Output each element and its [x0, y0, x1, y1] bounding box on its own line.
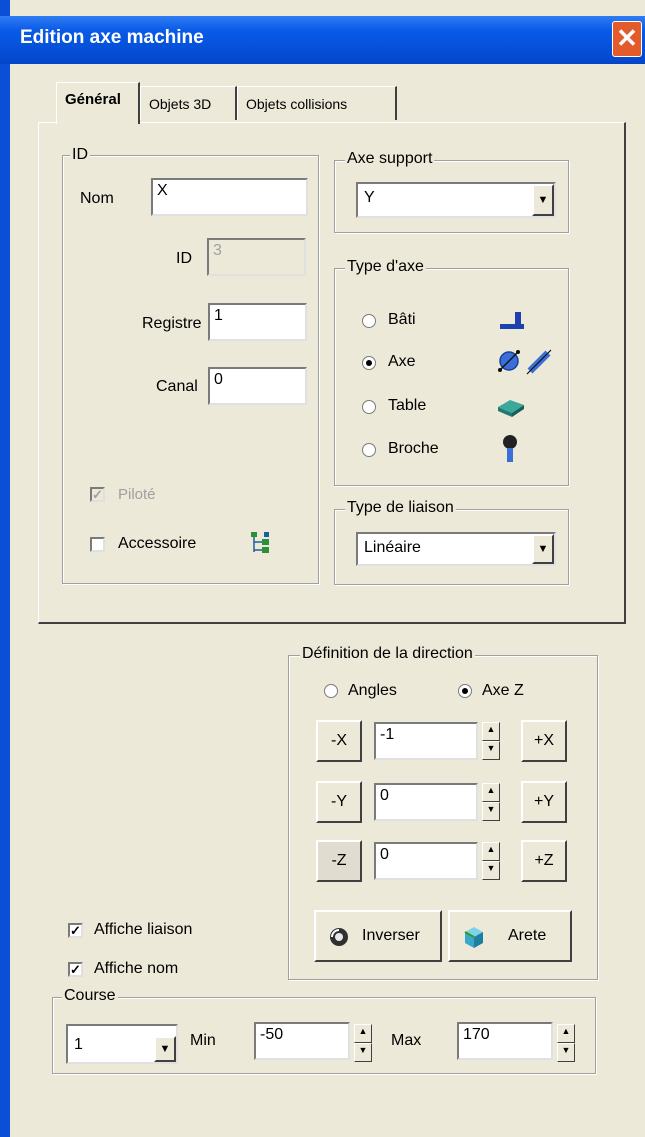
x-input[interactable]: -1 [374, 722, 478, 760]
chevron-down-icon[interactable]: ▼ [532, 184, 554, 216]
id-field: 3 [207, 238, 306, 276]
pilote-checkbox: ✓ [90, 487, 105, 502]
nom-label: Nom [80, 190, 114, 207]
max-spin-up[interactable]: ▲ [557, 1024, 575, 1043]
min-label: Min [190, 1032, 216, 1049]
accessoire-checkbox[interactable] [90, 537, 105, 552]
min-spin-down[interactable]: ▼ [354, 1043, 372, 1062]
y-input[interactable]: 0 [374, 783, 478, 821]
min-input[interactable]: -50 [254, 1022, 350, 1060]
bati-icon [500, 312, 524, 329]
axe-support-value: Y [364, 189, 375, 206]
type-liaison-select[interactable]: Linéaire ▼ [356, 532, 556, 566]
type-liaison-value: Linéaire [364, 539, 421, 556]
id-label: ID [176, 250, 192, 267]
plus-y-button[interactable]: +Y [521, 781, 567, 823]
affiche-liaison-label: Affiche liaison [94, 921, 193, 938]
min-spin-up[interactable]: ▲ [354, 1024, 372, 1043]
x-spin-up[interactable]: ▲ [482, 722, 500, 741]
affiche-liaison-checkbox[interactable]: ✓ [68, 923, 83, 938]
max-spin-down[interactable]: ▼ [557, 1043, 575, 1062]
radio-axe[interactable] [362, 356, 376, 370]
max-label: Max [391, 1032, 422, 1049]
plus-x-button[interactable]: +X [521, 720, 567, 762]
x-spin-down[interactable]: ▼ [482, 741, 500, 760]
type-axe-title: Type d'axe [345, 258, 426, 276]
radio-bati[interactable] [362, 314, 376, 328]
affiche-nom-label: Affiche nom [94, 960, 179, 977]
course-select-value: 1 [74, 1036, 83, 1053]
nom-input[interactable]: X [151, 178, 308, 216]
chevron-down-icon[interactable]: ▼ [532, 534, 554, 564]
z-spin-down[interactable]: ▼ [482, 861, 500, 880]
inverser-label: Inverser [362, 927, 420, 944]
tree-icon[interactable] [249, 530, 273, 556]
pilote-label: Piloté [118, 486, 156, 503]
close-button[interactable]: ✕ [612, 21, 642, 57]
minus-z-button[interactable]: -Z [316, 840, 362, 882]
z-spin-up[interactable]: ▲ [482, 842, 500, 861]
arete-label: Arete [508, 927, 547, 944]
inverser-icon [330, 928, 348, 946]
bati-label: Bâti [388, 311, 416, 328]
broche-label: Broche [388, 440, 439, 457]
axe-label: Axe [388, 353, 416, 370]
axe-support-select[interactable]: Y ▼ [356, 182, 556, 218]
affiche-nom-checkbox[interactable]: ✓ [68, 962, 83, 977]
tab-general[interactable]: Général [56, 82, 140, 124]
inverser-button[interactable]: Inverser [314, 910, 442, 962]
axe-z-label: Axe Z [482, 682, 524, 699]
z-input[interactable]: 0 [374, 842, 478, 880]
angles-label: Angles [348, 682, 397, 699]
chevron-down-icon[interactable]: ▼ [154, 1036, 176, 1062]
axe-support-title: Axe support [345, 150, 435, 168]
type-liaison-title: Type de liaison [345, 499, 456, 517]
axe-icon [498, 349, 552, 375]
max-input[interactable]: 170 [457, 1022, 553, 1060]
y-spin-up[interactable]: ▲ [482, 783, 500, 802]
accessoire-label: Accessoire [118, 535, 197, 552]
course-select[interactable]: 1 ▼ [66, 1024, 178, 1064]
radio-table[interactable] [362, 400, 376, 414]
radio-angles[interactable] [324, 684, 338, 698]
course-title: Course [62, 987, 118, 1005]
canal-label: Canal [156, 378, 198, 395]
arete-button[interactable]: Arete [448, 910, 572, 962]
tab-objets-3d[interactable]: Objets 3D [140, 86, 237, 120]
arete-icon [464, 927, 483, 948]
close-icon: ✕ [616, 23, 638, 53]
window-title: Edition axe machine [20, 27, 204, 48]
id-group-title: ID [70, 146, 90, 164]
tab-objets-collisions[interactable]: Objets collisions [237, 86, 397, 120]
plus-z-button[interactable]: +Z [521, 840, 567, 882]
radio-axe-z[interactable] [458, 684, 472, 698]
registre-label: Registre [142, 315, 202, 332]
table-label: Table [388, 397, 427, 414]
table-icon [498, 400, 524, 417]
minus-y-button[interactable]: -Y [316, 781, 362, 823]
y-spin-down[interactable]: ▼ [482, 802, 500, 821]
broche-icon [503, 435, 517, 462]
registre-input[interactable]: 1 [208, 303, 307, 341]
radio-broche[interactable] [362, 443, 376, 457]
minus-x-button[interactable]: -X [316, 720, 362, 762]
canal-input[interactable]: 0 [208, 367, 307, 405]
direction-title: Définition de la direction [300, 645, 475, 663]
